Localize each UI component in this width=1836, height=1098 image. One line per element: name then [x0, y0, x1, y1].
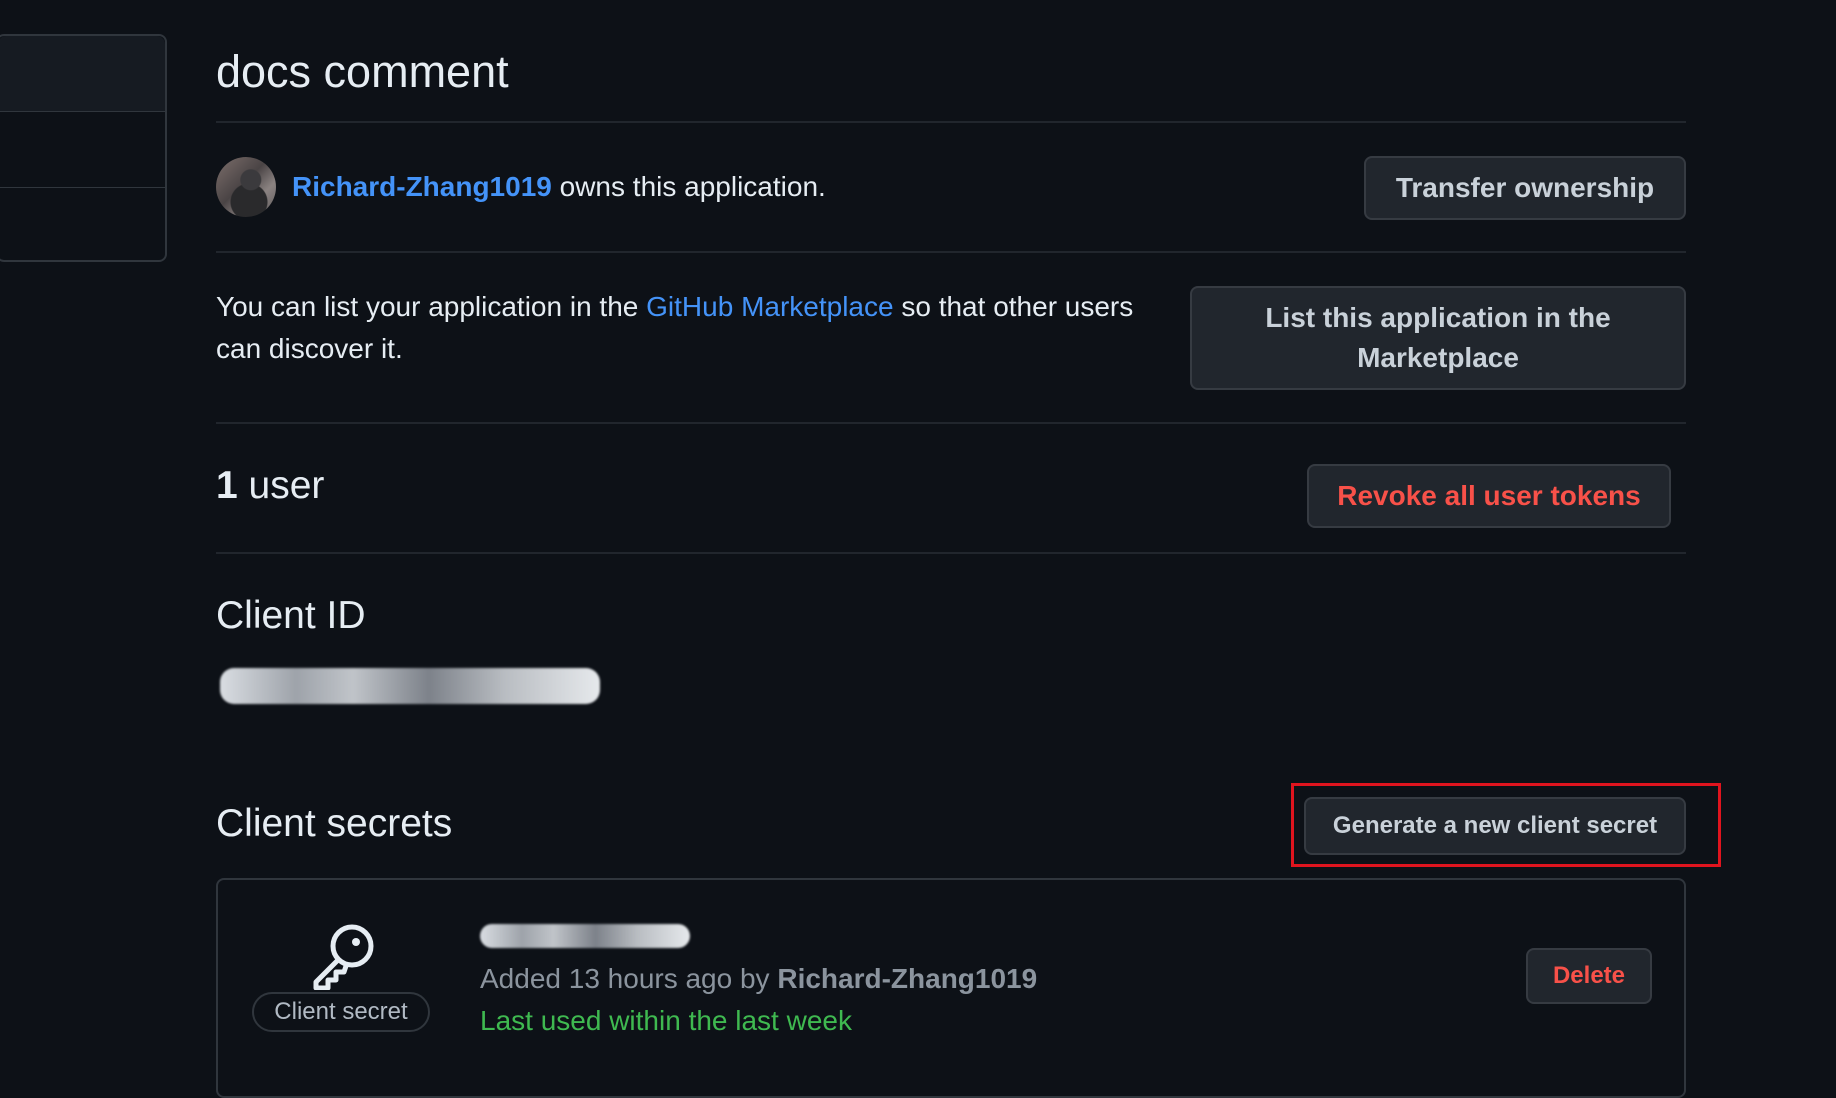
- page-title: docs comment: [216, 46, 509, 97]
- users-count: 1: [216, 464, 238, 507]
- client-secret-value-redacted: [480, 924, 690, 948]
- divider: [216, 552, 1686, 554]
- settings-side-menu: [0, 34, 167, 262]
- secret-added-prefix: Added 13 hours ago by: [480, 963, 778, 994]
- side-menu-item[interactable]: [0, 36, 165, 112]
- secret-last-used: Last used within the last week: [480, 1005, 852, 1036]
- client-secret-card: Client secret Added 13 hours ago by Rich…: [216, 878, 1686, 1098]
- users-label: user: [237, 464, 325, 507]
- side-menu-item[interactable]: [0, 112, 165, 188]
- secret-added-info: Added 13 hours ago by Richard-Zhang1019: [480, 958, 1037, 1000]
- divider: [216, 121, 1686, 123]
- divider: [216, 251, 1686, 253]
- owner-suffix: owns this application.: [551, 171, 826, 202]
- side-menu-item[interactable]: [0, 188, 165, 264]
- client-id-heading: Client ID: [216, 594, 366, 637]
- marketplace-description: You can list your application in the Git…: [216, 286, 1176, 370]
- owner-link[interactable]: Richard-Zhang1019: [292, 171, 552, 202]
- divider: [216, 422, 1686, 424]
- owner-text: Richard-Zhang1019 owns this application.: [292, 156, 826, 218]
- users-count-heading: 1 user: [216, 458, 324, 514]
- owner-row: Richard-Zhang1019 owns this application.: [216, 156, 826, 218]
- marketplace-text-before: You can list your application in the: [216, 291, 647, 322]
- github-marketplace-link[interactable]: GitHub Marketplace: [646, 291, 893, 322]
- avatar[interactable]: [216, 157, 276, 217]
- revoke-all-user-tokens-button[interactable]: Revoke all user tokens: [1307, 464, 1671, 528]
- list-in-marketplace-button[interactable]: List this application in the Marketplace: [1190, 286, 1686, 390]
- secret-added-by: Richard-Zhang1019: [777, 963, 1038, 994]
- client-id-value-redacted: [220, 668, 600, 704]
- highlight-annotation: [1291, 783, 1721, 867]
- transfer-ownership-button[interactable]: Transfer ownership: [1364, 156, 1686, 220]
- delete-secret-button[interactable]: Delete: [1526, 948, 1652, 1004]
- client-secret-badge: Client secret: [252, 992, 430, 1032]
- key-icon: [313, 924, 374, 990]
- client-secrets-heading: Client secrets: [216, 802, 453, 845]
